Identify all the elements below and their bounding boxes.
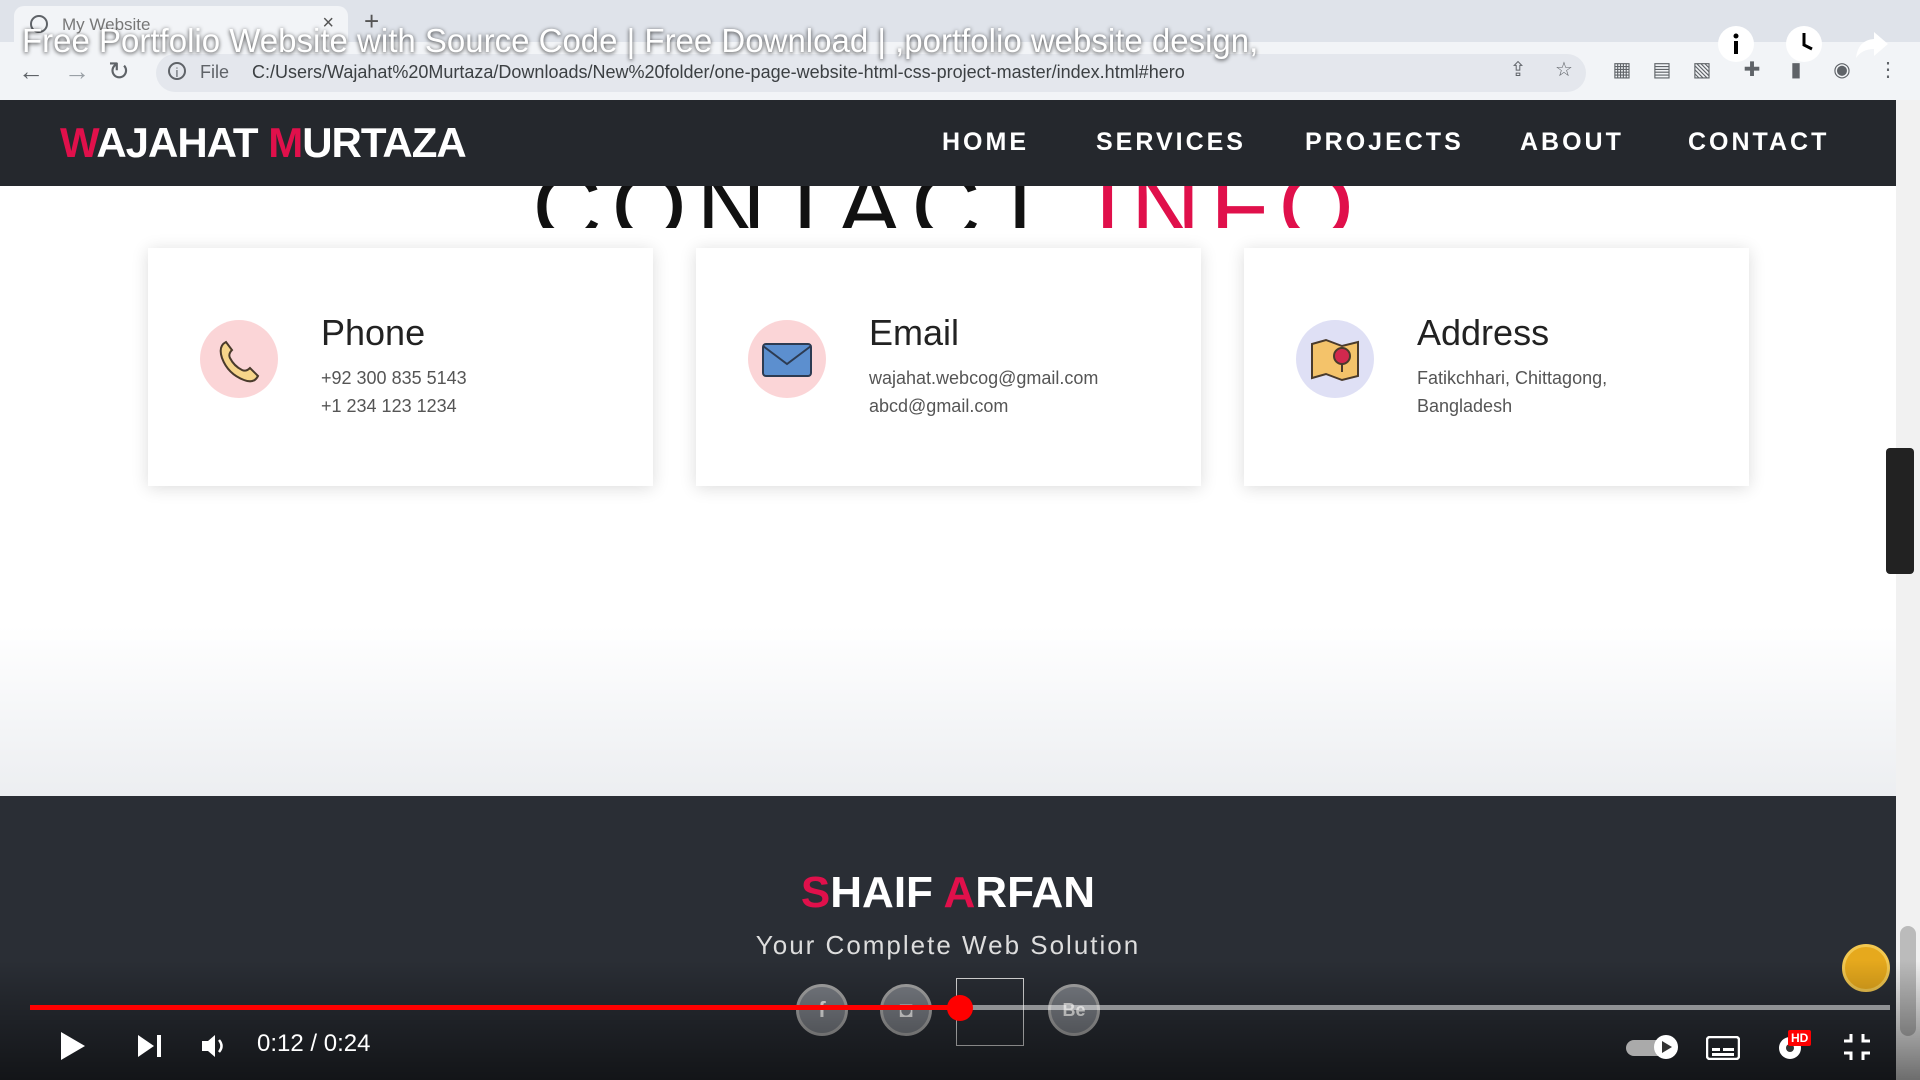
bookmark-star-icon[interactable]: ☆ (1552, 58, 1576, 82)
site-info-icon[interactable]: i (168, 62, 186, 80)
exit-fullscreen-icon[interactable] (1842, 1032, 1872, 1067)
nav-contact[interactable]: CONTACT (1688, 128, 1829, 157)
contact-card-address: Address Fatikchhari, Chittagong, Banglad… (1244, 248, 1749, 486)
nav-home[interactable]: HOME (942, 128, 1029, 157)
contact-card-phone: Phone +92 300 835 5143 +1 234 123 1234 (148, 248, 653, 486)
url-text[interactable]: C:/Users/Wajahat%20Murtaza/Downloads/New… (252, 62, 1185, 83)
profile-icon[interactable]: ◉ (1830, 58, 1854, 82)
logo-text: AJAHAT (96, 119, 269, 166)
logo-initial: M (268, 119, 303, 166)
forward-icon[interactable]: → (64, 56, 90, 87)
extension-icon[interactable]: ▤ (1650, 58, 1674, 82)
card-line: +1 234 123 1234 (321, 396, 457, 416)
reload-icon[interactable]: ↻ (108, 56, 130, 87)
footer-logo: SHAIF ARFAN (0, 868, 1896, 918)
watch-later-icon[interactable] (1784, 24, 1824, 64)
card-line: wajahat.webcog@gmail.com (869, 368, 1099, 388)
next-icon[interactable] (136, 1033, 164, 1064)
share-arrow-icon[interactable] (1852, 24, 1892, 64)
logo-text: HAIF (830, 868, 944, 917)
hd-badge: HD (1788, 1030, 1812, 1046)
progress-played[interactable] (30, 1005, 960, 1010)
subtitles-icon[interactable] (1705, 1035, 1741, 1065)
logo-text: URTAZA (302, 119, 467, 166)
extension-icon[interactable]: ▧ (1690, 58, 1714, 82)
info-icon[interactable] (1716, 24, 1756, 64)
progress-scrubber[interactable] (947, 995, 973, 1021)
card-title: Email (869, 312, 960, 353)
card-line: abcd@gmail.com (869, 396, 1009, 416)
logo-initial: W (60, 119, 97, 166)
logo-initial: A (943, 868, 976, 917)
contact-card-email: Email wajahat.webcog@gmail.com abcd@gmai… (696, 248, 1201, 486)
extension-icon[interactable]: ▦ (1610, 58, 1634, 82)
time-display: 0:12 / 0:24 (257, 1030, 371, 1057)
phone-icon (200, 320, 278, 398)
card-line: Fatikchhari, Chittagong, (1417, 368, 1608, 388)
play-icon[interactable] (58, 1030, 88, 1067)
logo-initial: S (800, 868, 831, 917)
back-icon[interactable]: ← (18, 56, 44, 87)
video-title[interactable]: Free Portfolio Website with Source Code … (22, 22, 1258, 60)
logo-text: RFAN (975, 868, 1096, 917)
address-prefix: File (200, 62, 230, 82)
card-title: Address (1417, 312, 1550, 353)
footer-tagline: Your Complete Web Solution (755, 930, 1141, 960)
card-line: +92 300 835 5143 (321, 368, 467, 388)
extension-toolbar-strip[interactable] (1886, 448, 1914, 574)
volume-icon[interactable] (200, 1033, 230, 1064)
nav-about[interactable]: ABOUT (1520, 128, 1624, 157)
site-logo[interactable]: WAJAHAT MURTAZA (60, 119, 467, 167)
nav-projects[interactable]: PROJECTS (1305, 128, 1464, 157)
card-title: Phone (321, 312, 426, 353)
share-icon[interactable]: ⇪ (1506, 58, 1530, 82)
autoplay-toggle[interactable] (1626, 1034, 1686, 1065)
map-pin-icon (1296, 320, 1374, 398)
nav-services[interactable]: SERVICES (1096, 128, 1246, 157)
email-icon (748, 320, 826, 398)
card-line: Bangladesh (1417, 396, 1513, 416)
